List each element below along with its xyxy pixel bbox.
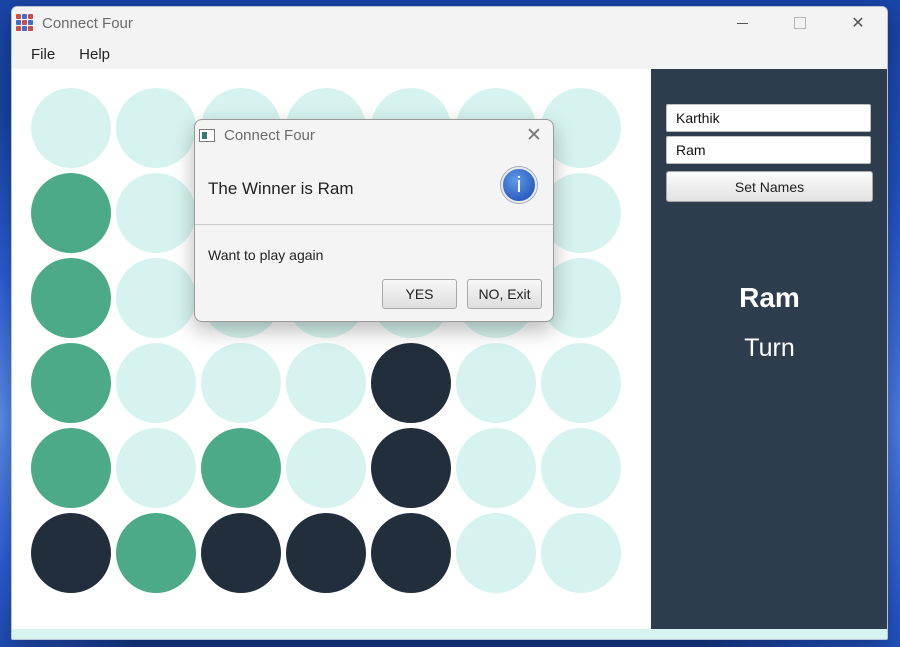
board-cell-empty[interactable] (286, 343, 366, 423)
player-two-name-input[interactable] (666, 136, 871, 164)
board-cell-dark[interactable] (371, 513, 451, 593)
winner-dialog: Connect Four ✕ The Winner is Ram i Want … (194, 119, 554, 322)
board-cell-empty[interactable] (116, 88, 196, 168)
close-button[interactable]: ✕ (829, 7, 887, 39)
board-cell-empty[interactable] (541, 343, 621, 423)
board-cell-empty[interactable] (286, 428, 366, 508)
no-exit-button[interactable]: NO, Exit (467, 279, 542, 309)
board-cell-green[interactable] (116, 513, 196, 593)
current-player-name: Ram (739, 282, 800, 313)
board-cell-empty[interactable] (541, 428, 621, 508)
minimize-button[interactable] (713, 7, 771, 39)
play-again-prompt: Want to play again (208, 247, 324, 263)
dialog-title: Connect Four (224, 126, 315, 144)
board-cell-green[interactable] (31, 258, 111, 338)
board-cell-empty[interactable] (456, 343, 536, 423)
set-names-button[interactable]: Set Names (666, 171, 873, 202)
board-cell-empty[interactable] (116, 343, 196, 423)
side-panel: Set Names Ram Turn (651, 69, 887, 629)
board-cell-green[interactable] (31, 173, 111, 253)
winner-message: The Winner is Ram (208, 179, 354, 198)
turn-label: Turn (744, 334, 795, 362)
board-cell-empty[interactable] (201, 343, 281, 423)
app-window: Connect Four ✕ File Help Set Names Ram T… (11, 6, 888, 640)
info-glyph: i (516, 172, 522, 197)
window-title: Connect Four (42, 14, 133, 32)
bottom-strip (12, 629, 887, 639)
board-cell-empty[interactable] (541, 513, 621, 593)
board-cell-green[interactable] (31, 343, 111, 423)
board-cell-dark[interactable] (31, 513, 111, 593)
close-icon: ✕ (851, 15, 865, 32)
board-cell-empty[interactable] (116, 258, 196, 338)
player-one-name-input[interactable] (666, 104, 871, 132)
dialog-close-icon[interactable]: ✕ (524, 124, 544, 147)
menu-help[interactable]: Help (67, 46, 122, 63)
board-cell-dark[interactable] (371, 428, 451, 508)
dialog-header: The Winner is Ram i (195, 150, 553, 225)
board-cell-green[interactable] (201, 428, 281, 508)
dialog-title-bar[interactable]: Connect Four ✕ (195, 120, 553, 150)
board-cell-dark[interactable] (286, 513, 366, 593)
maximize-button[interactable] (771, 7, 829, 39)
maximize-icon (794, 17, 806, 29)
connect-four-app-icon (16, 14, 34, 32)
info-icon: i (501, 167, 537, 203)
window-controls: ✕ (713, 7, 887, 39)
menu-file[interactable]: File (19, 46, 67, 63)
title-bar[interactable]: Connect Four ✕ (12, 7, 887, 39)
board-cell-dark[interactable] (371, 343, 451, 423)
board-cell-green[interactable] (31, 428, 111, 508)
yes-button[interactable]: YES (382, 279, 457, 309)
board-cell-empty[interactable] (31, 88, 111, 168)
board-cell-empty[interactable] (116, 173, 196, 253)
minimize-icon (736, 22, 748, 24)
board-cell-empty[interactable] (456, 428, 536, 508)
board-cell-empty[interactable] (456, 513, 536, 593)
dialog-window-icon (199, 128, 215, 142)
menu-bar: File Help (12, 39, 887, 70)
board-cell-empty[interactable] (116, 428, 196, 508)
board-cell-dark[interactable] (201, 513, 281, 593)
